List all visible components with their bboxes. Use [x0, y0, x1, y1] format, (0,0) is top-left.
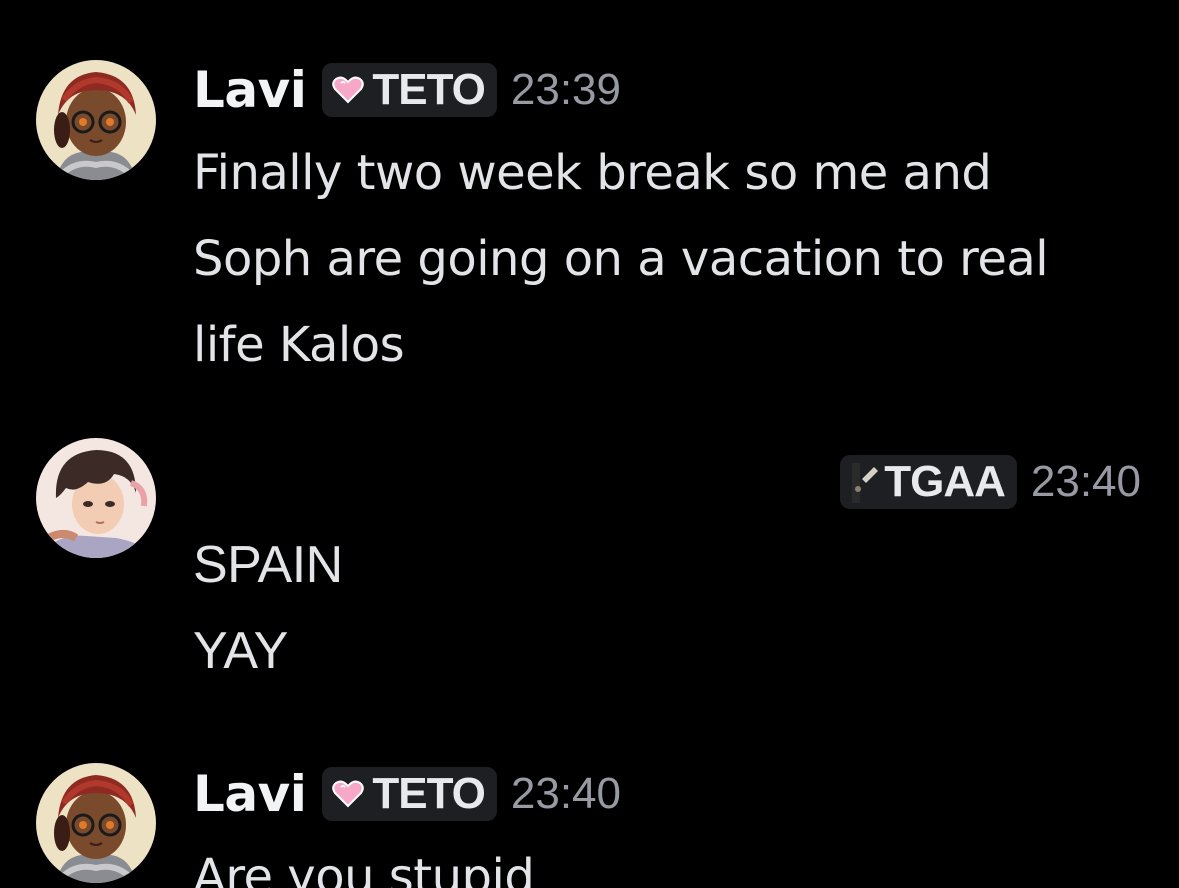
server-tag-label: TETO: [372, 769, 486, 818]
avatar[interactable]: [36, 438, 156, 558]
server-tag-icon: [852, 463, 879, 503]
avatar[interactable]: [36, 60, 156, 180]
message-line: life Kalos: [193, 317, 405, 373]
username[interactable]: Lavi: [193, 765, 307, 823]
timestamp: 23:39: [510, 65, 621, 114]
message-content: Are you stupid: [193, 834, 1163, 888]
chat-message-list: Lavi TETO 23:39 Finally two week break s…: [0, 0, 1179, 888]
server-tag-label: TGAA: [884, 457, 1006, 506]
message-header: Lavi TETO 23:39: [193, 60, 621, 120]
message-header: Lavi TETO 23:40: [193, 764, 621, 824]
timestamp: 23:40: [1030, 457, 1141, 506]
message-header: TGAA 23:40: [724, 452, 1141, 512]
pink-heart-icon: [332, 780, 365, 808]
pink-heart-icon: [332, 76, 365, 104]
message-line: Soph are going on a vacation to real: [193, 231, 1049, 287]
message-content: Finally two week break so me and Soph ar…: [193, 130, 1163, 388]
username[interactable]: Lavi: [193, 61, 307, 119]
message-content: SPAIN YAY: [193, 522, 1163, 694]
message-line: YAY: [193, 622, 288, 680]
message-line: Finally two week break so me and: [193, 145, 992, 201]
username[interactable]: [724, 457, 825, 507]
avatar-image: [36, 60, 156, 180]
message-line: Are you stupid: [193, 849, 535, 888]
server-tag[interactable]: TETO: [322, 63, 497, 117]
avatar-image: [36, 438, 156, 558]
avatar[interactable]: [36, 763, 156, 883]
server-tag-label: TETO: [372, 65, 486, 114]
message-line: SPAIN: [193, 536, 343, 594]
avatar-image: [36, 763, 156, 883]
server-tag[interactable]: TGAA: [840, 455, 1017, 509]
timestamp: 23:40: [510, 769, 621, 818]
server-tag[interactable]: TETO: [322, 767, 497, 821]
